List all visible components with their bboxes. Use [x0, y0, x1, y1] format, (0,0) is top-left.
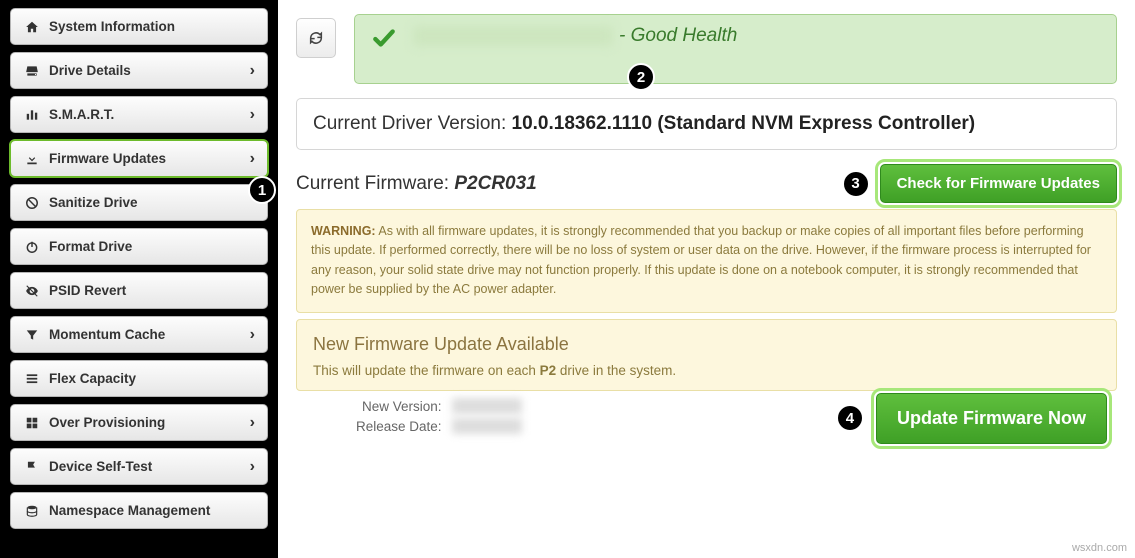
sidebar-item-label: Format Drive: [49, 239, 132, 254]
redacted-new-version: [452, 398, 522, 414]
list-icon: [23, 372, 41, 386]
flag-icon: [23, 460, 41, 474]
chevron-right-icon: ›: [250, 62, 255, 80]
callout-1: 1: [248, 176, 276, 204]
sidebar-item-label: S.M.A.R.T.: [49, 107, 114, 122]
sidebar-item-firmware-updates[interactable]: Firmware Updates ›: [10, 140, 268, 177]
redacted-release-date: [452, 418, 522, 434]
callout-4: 4: [836, 404, 864, 432]
chevron-right-icon: ›: [250, 458, 255, 476]
chevron-right-icon: ›: [250, 414, 255, 432]
redacted-drive-name: [413, 26, 613, 46]
sidebar-item-over-provisioning[interactable]: Over Provisioning ›: [10, 404, 268, 441]
update-subtext-c: drive in the system.: [556, 363, 676, 378]
grid-icon: [23, 416, 41, 430]
callout-2: 2: [627, 63, 655, 91]
filter-icon: [23, 328, 41, 342]
update-subtext-drive: P2: [540, 363, 557, 378]
sidebar-item-drive-details[interactable]: Drive Details ›: [10, 52, 268, 89]
update-available-panel: New Firmware Update Available This will …: [296, 319, 1117, 391]
update-firmware-now-button[interactable]: Update Firmware Now: [876, 393, 1107, 444]
sidebar-item-sanitize-drive[interactable]: Sanitize Drive: [10, 184, 268, 221]
refresh-icon: [308, 30, 324, 46]
download-icon: [23, 152, 41, 166]
driver-version-value: 10.0.18362.1110 (Standard NVM Express Co…: [512, 113, 976, 134]
watermark: wsxdn.com: [1072, 542, 1127, 554]
main-content: - Good Health 2 Current Driver Version: …: [278, 0, 1135, 558]
sidebar-item-label: PSID Revert: [49, 283, 126, 298]
database-icon: [23, 504, 41, 518]
sidebar-item-system-information[interactable]: System Information: [10, 8, 268, 45]
sidebar-item-label: Momentum Cache: [49, 327, 165, 342]
sidebar-item-psid-revert[interactable]: PSID Revert: [10, 272, 268, 309]
sidebar-item-label: Device Self-Test: [49, 459, 152, 474]
release-date-label: Release Date:: [356, 419, 442, 434]
new-version-label: New Version:: [362, 399, 442, 414]
refresh-button[interactable]: [296, 18, 336, 58]
update-subtext-a: This will update the firmware on each: [313, 363, 540, 378]
sidebar-item-smart[interactable]: S.M.A.R.T. ›: [10, 96, 268, 133]
health-status-panel: - Good Health 2: [354, 14, 1117, 84]
sidebar-item-label: System Information: [49, 19, 175, 34]
driver-version-panel: Current Driver Version: 10.0.18362.1110 …: [296, 98, 1117, 150]
sidebar-item-device-self-test[interactable]: Device Self-Test ›: [10, 448, 268, 485]
sidebar-item-format-drive[interactable]: Format Drive: [10, 228, 268, 265]
warning-label: WARNING:: [311, 224, 376, 238]
warning-text: As with all firmware updates, it is stro…: [311, 224, 1091, 296]
power-icon: [23, 240, 41, 254]
sidebar-item-label: Namespace Management: [49, 503, 210, 518]
new-firmware-meta: New Version: Release Date:: [356, 398, 522, 438]
sidebar-item-label: Over Provisioning: [49, 415, 165, 430]
firmware-section: Current Firmware: P2CR031 3 Check for Fi…: [296, 164, 1117, 444]
warning-box: WARNING: As with all firmware updates, i…: [296, 209, 1117, 313]
drive-icon: [23, 64, 41, 78]
sidebar-item-label: Sanitize Drive: [49, 195, 138, 210]
sidebar-item-namespace-management[interactable]: Namespace Management: [10, 492, 268, 529]
sidebar: System Information Drive Details › S.M.A…: [0, 0, 278, 558]
check-firmware-updates-button[interactable]: Check for Firmware Updates: [880, 164, 1117, 203]
sidebar-item-label: Firmware Updates: [49, 151, 166, 166]
callout-3: 3: [842, 170, 870, 198]
health-status-text: - Good Health: [619, 25, 737, 47]
sidebar-item-label: Drive Details: [49, 63, 131, 78]
chevron-right-icon: ›: [250, 326, 255, 344]
sidebar-item-label: Flex Capacity: [49, 371, 136, 386]
chevron-right-icon: ›: [250, 150, 255, 168]
eye-slash-icon: [23, 284, 41, 298]
sidebar-item-flex-capacity[interactable]: Flex Capacity: [10, 360, 268, 397]
current-firmware-label: Current Firmware:: [296, 173, 454, 194]
chevron-right-icon: ›: [250, 106, 255, 124]
bars-icon: [23, 108, 41, 122]
check-icon: [371, 25, 397, 51]
current-firmware-value: P2CR031: [454, 173, 536, 194]
sidebar-item-momentum-cache[interactable]: Momentum Cache ›: [10, 316, 268, 353]
ban-icon: [23, 196, 41, 210]
driver-version-label: Current Driver Version:: [313, 113, 512, 134]
update-available-title: New Firmware Update Available: [313, 334, 1100, 355]
home-icon: [23, 20, 41, 34]
